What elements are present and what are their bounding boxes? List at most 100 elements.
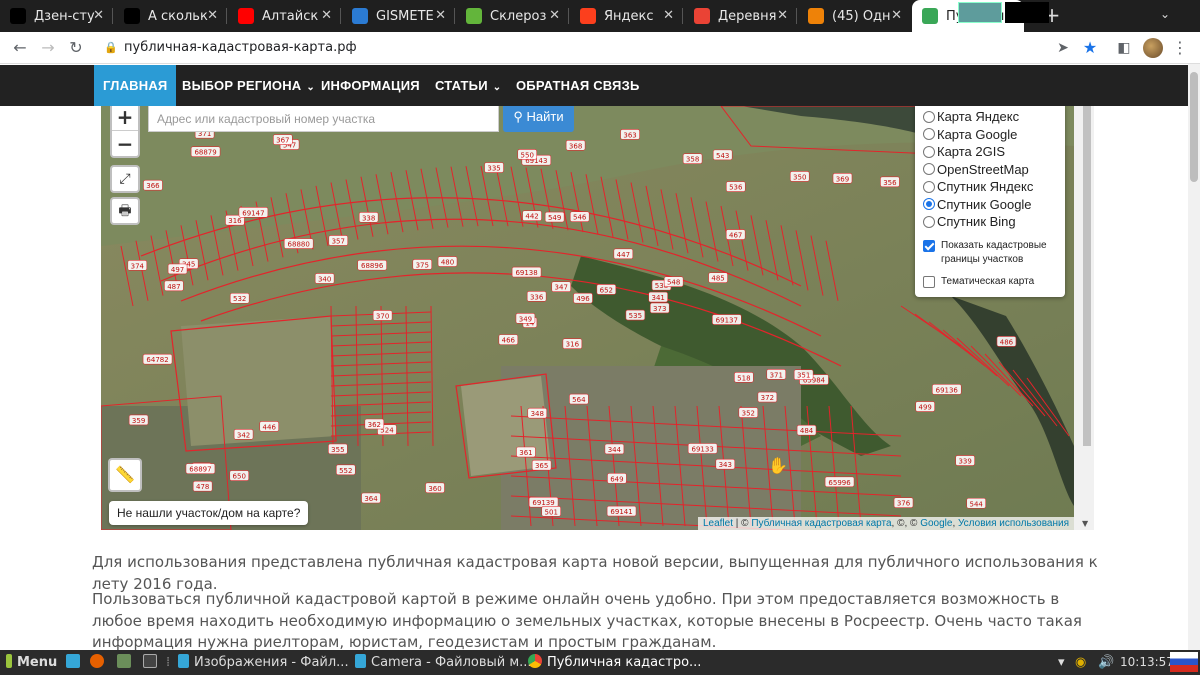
- parcel-number[interactable]: 544: [970, 500, 984, 508]
- parcel-number[interactable]: 365: [535, 462, 548, 470]
- parcel-number[interactable]: 486: [1000, 338, 1014, 346]
- nav-home[interactable]: ГЛАВНАЯ: [94, 65, 177, 106]
- parcel-number[interactable]: 564: [572, 396, 586, 404]
- scrollbar-thumb[interactable]: [1083, 106, 1091, 446]
- zoom-in-button[interactable]: +: [112, 106, 138, 130]
- ruler-icon[interactable]: 📏: [108, 458, 142, 492]
- volume-icon[interactable]: 🔊: [1098, 650, 1114, 675]
- close-tab-icon[interactable]: ✕: [207, 8, 218, 23]
- parcel-number[interactable]: 364: [364, 495, 378, 503]
- parcel-number[interactable]: 371: [770, 371, 783, 379]
- parcel-number[interactable]: 352: [742, 410, 755, 418]
- parcel-number[interactable]: 546: [573, 214, 587, 222]
- layer-option[interactable]: Карта Яндекс: [923, 108, 1059, 126]
- parcel-number[interactable]: 348: [531, 410, 544, 418]
- parcel-number[interactable]: 68896: [361, 262, 384, 270]
- tab-search-icon[interactable]: ⌄: [1157, 7, 1173, 23]
- parcel-number[interactable]: 359: [132, 417, 145, 425]
- parcel-number[interactable]: 69147: [242, 209, 264, 217]
- parcel-number[interactable]: 339: [958, 458, 971, 466]
- parcel-number[interactable]: 548: [667, 279, 680, 287]
- layer-option[interactable]: Спутник Bing: [923, 213, 1059, 231]
- bookmark-star-icon[interactable]: ★: [1080, 38, 1100, 58]
- parcel-number[interactable]: 368: [569, 142, 582, 150]
- parcel-number[interactable]: 336: [530, 293, 544, 301]
- terms-link[interactable]: Условия использования: [958, 518, 1069, 529]
- scroll-down-icon[interactable]: ▼: [1082, 519, 1088, 528]
- parcel-number[interactable]: 360: [428, 485, 441, 493]
- close-tab-icon[interactable]: ✕: [663, 8, 674, 23]
- parcel-number[interactable]: 69139: [532, 499, 554, 507]
- find-button[interactable]: ⚲ Найти: [503, 106, 574, 132]
- close-tab-icon[interactable]: ✕: [777, 8, 788, 23]
- fullscreen-icon[interactable]: ⤢: [110, 165, 140, 193]
- parcel-number[interactable]: 69138: [515, 269, 537, 277]
- layer-option[interactable]: Спутник Яндекс: [923, 178, 1059, 196]
- parcel-number[interactable]: 446: [263, 423, 277, 431]
- close-tab-icon[interactable]: ✕: [891, 8, 902, 23]
- address-bar[interactable]: публичная-кадастровая-карта.рф: [124, 40, 357, 55]
- parcel-number[interactable]: 535: [629, 312, 642, 320]
- nav-articles[interactable]: СТАТЬИ ⌄: [435, 65, 501, 106]
- firefox-launcher[interactable]: [90, 650, 109, 675]
- parcel-number[interactable]: 466: [502, 337, 516, 345]
- forward-icon[interactable]: →: [38, 38, 58, 58]
- google-link[interactable]: Google: [920, 518, 952, 529]
- show-desktop-icon[interactable]: [66, 650, 85, 675]
- side-panel-icon[interactable]: ◧: [1114, 38, 1134, 58]
- parcel-number[interactable]: 64782: [146, 356, 168, 364]
- radio-button[interactable]: [923, 110, 935, 123]
- page-scrollbar[interactable]: [1188, 64, 1200, 650]
- parcel-number[interactable]: 485: [711, 275, 724, 283]
- parcel-number[interactable]: 501: [545, 508, 558, 516]
- parcel-number[interactable]: 351: [797, 372, 810, 380]
- parcel-number[interactable]: 496: [576, 295, 590, 303]
- workspace-2[interactable]: [1005, 2, 1049, 23]
- parcel-number[interactable]: 552: [339, 467, 352, 475]
- layer-option[interactable]: Карта Google: [923, 126, 1059, 144]
- parcel-number[interactable]: 374: [131, 262, 145, 270]
- parcel-number[interactable]: 69133: [692, 446, 714, 454]
- parcel-number[interactable]: 467: [729, 232, 742, 240]
- nav-info[interactable]: ИНФОРМАЦИЯ: [321, 65, 420, 106]
- show-cadastre-checkbox[interactable]: Показать кадастровые границы участков: [923, 239, 1059, 267]
- nav-region[interactable]: ВЫБОР РЕГИОНА ⌄: [182, 65, 315, 106]
- parcel-number[interactable]: 316: [566, 341, 580, 349]
- layer-option[interactable]: Карта 2GIS: [923, 143, 1059, 161]
- parcel-number[interactable]: 347: [555, 284, 568, 292]
- parcel-number[interactable]: 536: [729, 184, 743, 192]
- profile-avatar[interactable]: [1143, 38, 1163, 58]
- update-icon[interactable]: ◉: [1075, 650, 1086, 675]
- parcel-number[interactable]: 68880: [288, 241, 310, 249]
- radio-button[interactable]: [923, 180, 935, 193]
- parcel-number[interactable]: 343: [719, 461, 732, 469]
- parcel-number[interactable]: 367: [276, 137, 289, 145]
- taskbar-window-browser[interactable]: Публичная кадастро...: [528, 650, 701, 675]
- parcel-number[interactable]: 68897: [189, 466, 211, 474]
- parcel-number[interactable]: 543: [716, 152, 729, 160]
- parcel-number[interactable]: 484: [800, 427, 814, 435]
- scrollbar-thumb[interactable]: [1190, 72, 1198, 182]
- network-icon[interactable]: ▾: [1058, 650, 1065, 675]
- close-tab-icon[interactable]: ✕: [93, 8, 104, 23]
- parcel-number[interactable]: 363: [623, 131, 636, 139]
- radio-button[interactable]: [923, 163, 935, 176]
- parcel-number[interactable]: 356: [883, 179, 897, 187]
- parcel-number[interactable]: 357: [332, 237, 345, 245]
- start-menu-button[interactable]: Menu: [6, 650, 57, 675]
- close-tab-icon[interactable]: ✕: [549, 8, 560, 23]
- parcel-number[interactable]: 497: [171, 266, 184, 274]
- nav-feedback[interactable]: ОБРАТНАЯ СВЯЗЬ: [516, 65, 639, 106]
- parcel-number[interactable]: 532: [233, 295, 246, 303]
- parcel-number[interactable]: 649: [610, 475, 623, 483]
- radio-button[interactable]: [923, 198, 935, 211]
- parcel-number[interactable]: 338: [362, 214, 375, 222]
- parcel-number[interactable]: 342: [237, 431, 250, 439]
- keyboard-layout-flag-icon[interactable]: [1170, 652, 1198, 672]
- menu-dots-icon[interactable]: ⋮: [1170, 38, 1190, 58]
- checkbox[interactable]: [923, 239, 935, 252]
- parcel-number[interactable]: 442: [525, 213, 538, 221]
- radio-button[interactable]: [923, 145, 935, 158]
- terminal-launcher[interactable]: [143, 650, 162, 675]
- browser-tab[interactable]: (45) Одн ✕: [798, 0, 910, 32]
